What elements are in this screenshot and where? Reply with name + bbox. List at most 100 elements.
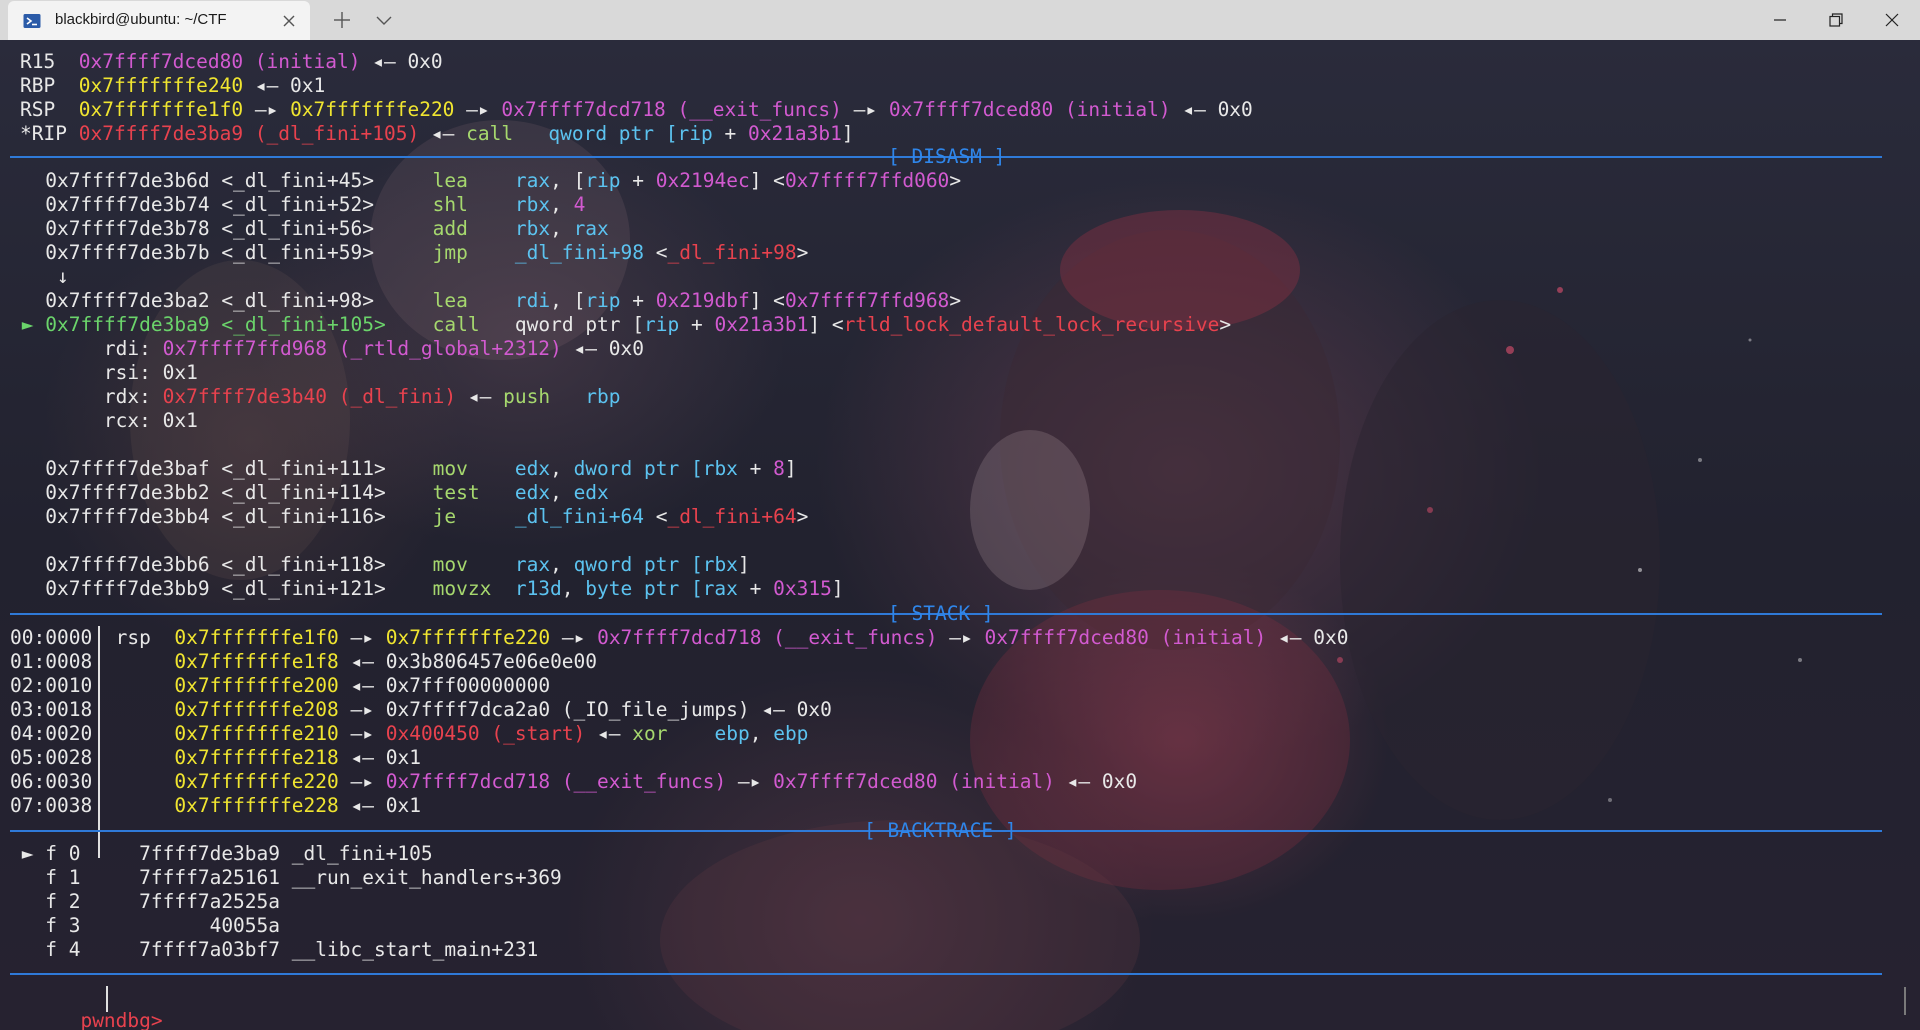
close-icon[interactable] (280, 12, 298, 30)
register-line-segment: ◂— 0x1 (243, 74, 326, 97)
stack-line: 03:0018 0x7fffffffe208 —▸ 0x7ffff7dca2a0… (10, 698, 832, 722)
chevron-down-icon[interactable] (372, 8, 396, 32)
disasm-line-segment: ] (831, 577, 844, 600)
disasm-line-segment (468, 241, 515, 264)
register-line-segment: ◂— 0x0 (360, 50, 443, 73)
register-line-segment: 0x7ffff7dcd718 (__exit_funcs) (501, 98, 842, 121)
backtrace-line: f 3 40055a (10, 914, 280, 938)
stack-line-segment: 0x7fffffffe1f0 (174, 626, 339, 649)
register-line-segment: —▸ (243, 98, 291, 121)
stack-line-segment: —▸ (338, 626, 386, 649)
restore-button[interactable] (1808, 0, 1864, 40)
stack-line-segment: —▸ (726, 770, 774, 793)
register-line-segment (55, 98, 78, 121)
stack-line-segment: 06:0030 (10, 770, 93, 793)
disasm-line-segment: lea (432, 169, 468, 192)
disasm-line-segment: _dl_fini+98 (514, 241, 644, 264)
stack-line-segment (92, 722, 174, 745)
register-line: RBP 0x7fffffffe240 ◂— 0x1 (20, 74, 325, 98)
stack-line: 00:0000 rsp 0x7fffffffe1f0 —▸ 0x7fffffff… (10, 626, 1348, 650)
disasm-line-segment: , (561, 577, 586, 600)
stack-line-segment: 0x7fffffffe228 (174, 794, 339, 817)
disasm-line-segment: > (796, 505, 809, 528)
stack-line: 07:0038 0x7fffffffe228 ◂— 0x1 (10, 794, 421, 818)
disasm-line-segment: [ (573, 289, 586, 312)
disasm-line-segment: ◂— 0x0 (561, 337, 644, 360)
disasm-line-segment: rbp (585, 385, 621, 408)
backtrace-line: f 1 7ffff7a25161 __run_exit_handlers+369 (10, 866, 562, 890)
disasm-line-segment: 0x7ffff7ffd968 (784, 289, 950, 312)
stack-line-segment: 0x7ffff7dcd718 (__exit_funcs) (597, 626, 938, 649)
plus-icon[interactable] (330, 8, 354, 32)
disasm-line: 0x7ffff7de3b6d <_dl_fini+45> lea rax, [r… (10, 169, 961, 193)
backtrace-line-segment: ► f 0 7ffff7de3ba9 _dl_fini+105 (10, 842, 433, 865)
disasm-line-segment: je (432, 505, 457, 528)
disasm-line: rcx: 0x1 (10, 409, 198, 433)
disasm-line-segment: ] < (808, 313, 844, 336)
register-line: RSP 0x7fffffffe1f0 —▸ 0x7fffffffe220 —▸ … (20, 98, 1253, 122)
register-line-segment: 0x7fffffffe1f0 (78, 98, 244, 121)
terminal-output[interactable]: R15 0x7ffff7dced80 (initial) ◂— 0x0 RBP 0… (0, 40, 1920, 1030)
disasm-line: 0x7ffff7de3b7b <_dl_fini+59> jmp _dl_fin… (10, 241, 808, 265)
register-line-segment: ◂— 0x0 (1170, 98, 1253, 121)
disasm-line-segment: mov (432, 553, 468, 576)
disasm-line-segment: call (432, 313, 480, 336)
stack-line-segment: 0x7fffffffe200 (174, 674, 339, 697)
stack-line-segment: ◂— 0x1 (338, 746, 421, 769)
disasm-line-segment: 0x7ffff7de3b74 <_dl_fini+52> (10, 193, 433, 216)
disasm-line-segment: 0x7ffff7de3b7b <_dl_fini+59> (10, 241, 433, 264)
stack-line-segment: , (749, 722, 774, 745)
disasm-line-segment: 0x7ffff7de3b78 <_dl_fini+56> (10, 217, 433, 240)
disasm-line-segment: ► (10, 313, 46, 336)
disasm-line-segment: rtld_lock_default_lock_recursive (843, 313, 1220, 336)
disasm-line: 0x7ffff7de3baf <_dl_fini+111> mov edx, d… (10, 457, 797, 481)
disasm-line-segment: > (949, 169, 962, 192)
stack-line-segment: ◂— 0x0 (1054, 770, 1138, 793)
disasm-line-segment: rdi (514, 289, 551, 312)
disasm-line-segment: 0x7ffff7de3ba9 <_dl_fini+105> (45, 313, 386, 336)
command-prompt[interactable]: pwndbg> (10, 985, 174, 1030)
register-line-segment: 0x7fffffffe220 (290, 98, 455, 121)
disasm-line-segment: , (550, 217, 574, 240)
terminal-tab[interactable]: blackbird@ubuntu: ~/CTF (8, 1, 310, 40)
stack-line-segment: 05:0028 (10, 746, 93, 769)
register-line-segment: rip (677, 122, 713, 145)
register-line-segment: 0x21a3b1 (747, 122, 842, 145)
stack-line-segment: 00:0000 (10, 626, 93, 649)
stack-line-segment: ◂— 0x1 (338, 794, 421, 817)
register-line-segment: RSP (20, 98, 56, 121)
stack-line-segment (92, 698, 174, 721)
stack-line-segment: —▸ (338, 722, 386, 745)
minimize-button[interactable] (1752, 0, 1808, 40)
disasm-line: rdx: 0x7ffff7de3b40 (_dl_fini) ◂— push r… (10, 385, 621, 409)
disasm-line-segment: ] (784, 457, 797, 480)
scrollbar[interactable] (1904, 987, 1906, 1015)
stack-line-segment (92, 650, 174, 673)
disasm-line-segment: + (737, 457, 774, 480)
register-line-segment: —▸ (841, 98, 889, 121)
stack-line-segment: 0x7fffffffe220 (174, 770, 339, 793)
register-line: *RIP 0x7ffff7de3ba9 (_dl_fini+105) ◂— ca… (20, 122, 854, 146)
disasm-line-segment: 0x2194ec (655, 169, 750, 192)
disasm-line-segment: edx (573, 481, 609, 504)
stack-line-segment (92, 626, 115, 649)
disasm-line-segment: 0x7ffff7de3ba2 <_dl_fini+98> (10, 289, 433, 312)
disasm-line-segment: 0x7ffff7ffd060 (784, 169, 950, 192)
disasm-line-segment: 0x7ffff7ffd968 (_rtld_global+2312) (162, 337, 562, 360)
disasm-line-segment: rcx: 0x1 (10, 409, 198, 432)
disasm-line-segment: lea (432, 289, 468, 312)
disasm-line-segment: qword ptr [ (573, 553, 703, 576)
disasm-line-segment: , (550, 193, 574, 216)
disasm-line-segment: , (550, 169, 574, 192)
stack-line-segment: ◂— 0x0 (1266, 626, 1349, 649)
disasm-line-segment (468, 289, 515, 312)
close-window-button[interactable] (1864, 0, 1920, 40)
tab-title: blackbird@ubuntu: ~/CTF (55, 11, 227, 28)
disasm-line-segment (480, 313, 515, 336)
stack-line-segment: 07:0038 (10, 794, 93, 817)
stack-line-segment: 03:0018 (10, 698, 93, 721)
stack-line-segment: ◂— (585, 722, 633, 745)
register-line-segment: + (712, 122, 748, 145)
disasm-line-segment (386, 313, 433, 336)
title-bar: blackbird@ubuntu: ~/CTF (0, 0, 1920, 40)
